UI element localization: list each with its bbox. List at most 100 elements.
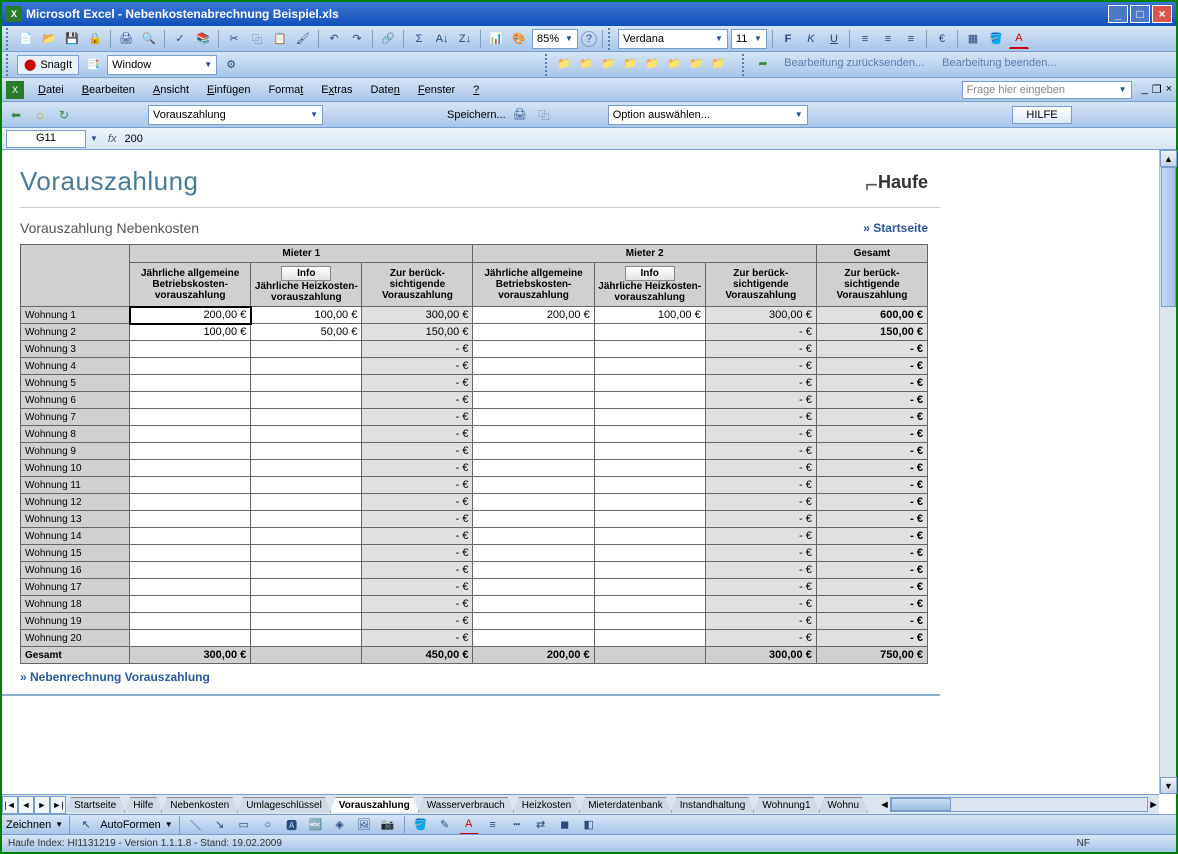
cell[interactable]: - € [816, 511, 927, 528]
cell[interactable] [473, 460, 594, 477]
folder-icon7[interactable]: 📁 [686, 54, 706, 74]
help-question-input[interactable]: Frage hier eingeben▼ [962, 81, 1132, 99]
mdi-minimize[interactable]: _ [1142, 83, 1148, 96]
cell[interactable] [594, 545, 705, 562]
cell[interactable]: - € [705, 341, 816, 358]
review-back-label[interactable]: Bearbeitung zurücksenden... [777, 54, 931, 76]
cell[interactable] [251, 341, 362, 358]
cell[interactable]: - € [705, 613, 816, 630]
font-color-icon[interactable]: A [1009, 29, 1029, 49]
cell[interactable] [130, 562, 251, 579]
arrow-style-icon[interactable]: ⇄ [531, 815, 551, 835]
borders-icon[interactable]: ▦ [963, 29, 983, 49]
snagit-window-icon[interactable]: 📑 [83, 55, 103, 75]
scroll-down-icon[interactable]: ▼ [1160, 777, 1177, 794]
research-icon[interactable]: 📚 [193, 29, 213, 49]
new-icon[interactable]: 📄 [16, 29, 36, 49]
cell[interactable] [594, 528, 705, 545]
cell[interactable] [594, 392, 705, 409]
print-preview-icon[interactable]: 🔍 [139, 29, 159, 49]
scroll-up-icon[interactable]: ▲ [1160, 150, 1177, 167]
back-icon[interactable]: ⬅ [6, 105, 26, 125]
cell[interactable]: - € [362, 494, 473, 511]
print-icon[interactable]: 🖨 [116, 29, 136, 49]
cell[interactable] [130, 341, 251, 358]
cell[interactable]: - € [816, 630, 927, 647]
autoforms-menu[interactable]: AutoFormen [100, 819, 161, 831]
start-link[interactable]: » Startseite [863, 221, 940, 235]
name-box[interactable]: G11 [6, 130, 86, 148]
cell[interactable]: - € [362, 443, 473, 460]
cell[interactable]: - € [362, 511, 473, 528]
3d-icon[interactable]: ◧ [579, 815, 599, 835]
select-objects-icon[interactable]: ↖ [76, 815, 96, 835]
formula-value[interactable]: 200 [124, 133, 142, 145]
cell[interactable] [594, 562, 705, 579]
cell[interactable] [594, 477, 705, 494]
folder-icon1[interactable]: 📁 [554, 54, 574, 74]
cell[interactable] [594, 494, 705, 511]
cell[interactable] [130, 426, 251, 443]
undo-icon[interactable]: ↶ [324, 29, 344, 49]
review-end-label[interactable]: Bearbeitung beenden... [935, 54, 1063, 76]
font-color-icon2[interactable]: A [459, 815, 479, 835]
align-center-icon[interactable]: ≡ [878, 29, 898, 49]
cell[interactable] [251, 477, 362, 494]
sheet-tab[interactable]: Startseite [66, 797, 125, 813]
cell[interactable]: - € [362, 460, 473, 477]
option-selector[interactable]: Option auswählen...▼ [608, 105, 808, 125]
cell[interactable]: - € [362, 375, 473, 392]
cell[interactable]: - € [816, 528, 927, 545]
cell[interactable] [251, 426, 362, 443]
picture-icon[interactable]: 📷 [378, 815, 398, 835]
folder-icon8[interactable]: 📁 [708, 54, 728, 74]
cell[interactable]: - € [705, 358, 816, 375]
snagit-target-select[interactable]: Window▼ [107, 55, 217, 75]
sort-desc-icon[interactable]: Z↓ [455, 29, 475, 49]
cell[interactable]: - € [705, 477, 816, 494]
cell[interactable]: - € [705, 426, 816, 443]
cell[interactable] [473, 426, 594, 443]
cell[interactable]: - € [362, 613, 473, 630]
cell[interactable] [130, 545, 251, 562]
permission-icon[interactable]: 🔒 [85, 29, 105, 49]
open-icon[interactable]: 📂 [39, 29, 59, 49]
fx-label[interactable]: fx [108, 133, 117, 145]
cell[interactable]: - € [816, 443, 927, 460]
cell[interactable]: 100,00 € [130, 324, 251, 341]
cell[interactable]: - € [705, 324, 816, 341]
cell[interactable] [130, 392, 251, 409]
snagit-options-icon[interactable]: ⚙ [221, 55, 241, 75]
sheet-tab[interactable]: Heizkosten [513, 797, 580, 813]
toolbar-handle-folders[interactable] [545, 54, 550, 76]
cell[interactable] [473, 511, 594, 528]
cell[interactable] [130, 528, 251, 545]
cell[interactable]: - € [705, 630, 816, 647]
cell[interactable]: 50,00 € [251, 324, 362, 341]
cell[interactable] [473, 477, 594, 494]
cell[interactable] [251, 460, 362, 477]
align-right-icon[interactable]: ≡ [901, 29, 921, 49]
cell[interactable] [130, 579, 251, 596]
mdi-close[interactable]: × [1166, 83, 1172, 96]
save-label[interactable]: Speichern... [447, 109, 506, 121]
cell[interactable]: - € [705, 375, 816, 392]
cell[interactable] [594, 341, 705, 358]
cell[interactable]: - € [362, 409, 473, 426]
cell[interactable] [251, 596, 362, 613]
tab-prev-icon[interactable]: ◄ [18, 796, 34, 814]
bold-icon[interactable]: F [778, 29, 798, 49]
cell[interactable] [251, 443, 362, 460]
cell[interactable] [473, 528, 594, 545]
menu-datei[interactable]: Datei [30, 82, 72, 98]
cell[interactable] [251, 630, 362, 647]
cell[interactable]: - € [816, 477, 927, 494]
cell[interactable]: - € [362, 358, 473, 375]
minimize-button[interactable]: _ [1108, 5, 1128, 23]
folder-icon2[interactable]: 📁 [576, 54, 596, 74]
cell[interactable] [251, 409, 362, 426]
cell[interactable] [594, 324, 705, 341]
close-button[interactable]: × [1152, 5, 1172, 23]
cell[interactable] [251, 511, 362, 528]
diagram-icon[interactable]: ◈ [330, 815, 350, 835]
